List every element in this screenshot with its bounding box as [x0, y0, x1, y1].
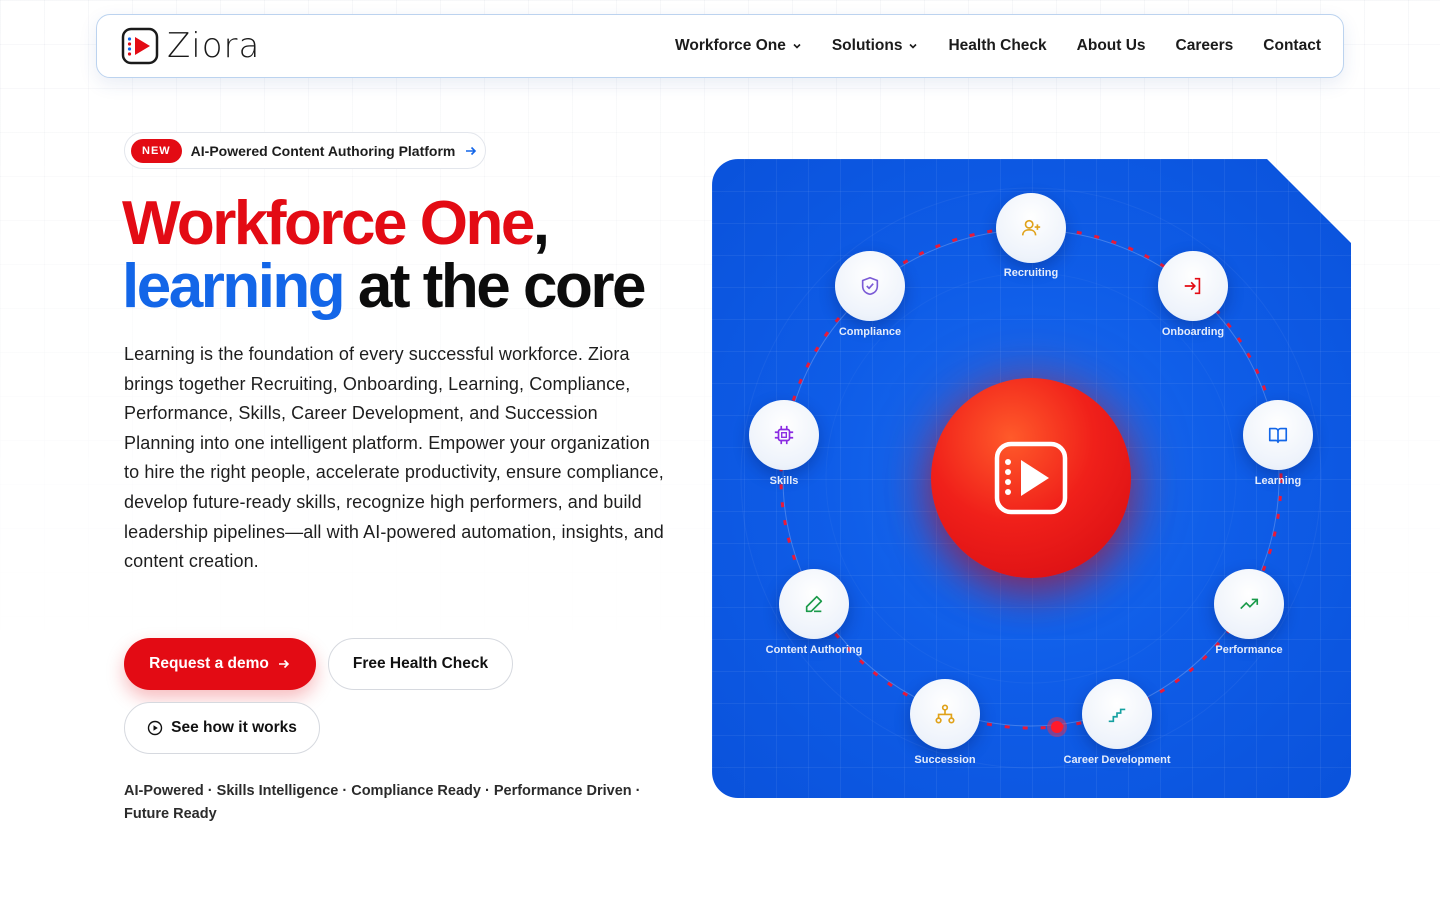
- node-label-onboarding: Onboarding: [1161, 326, 1225, 338]
- book-icon: [1268, 427, 1288, 444]
- nav-item-label: About Us: [1076, 37, 1146, 54]
- shield-check-icon: [861, 276, 879, 296]
- nav-item-label: Contact: [1263, 37, 1321, 54]
- node-skills[interactable]: [749, 400, 819, 470]
- brand-logo[interactable]: Ziora: [121, 26, 260, 66]
- nav-item-solutions[interactable]: Solutions: [832, 37, 919, 55]
- see-how-it-works-button[interactable]: See how it works: [124, 702, 320, 754]
- play-logo-icon: [994, 441, 1068, 515]
- hero-headline: Workforce One, learning at the core: [122, 192, 682, 318]
- platform-orbit-visual: Recruiting Onboarding Learning Performan…: [712, 159, 1351, 798]
- chevron-down-icon: [793, 43, 801, 49]
- free-health-check-label: Free Health Check: [352, 655, 489, 672]
- request-demo-label: Request a demo: [149, 655, 269, 672]
- node-performance[interactable]: [1214, 569, 1284, 639]
- see-how-it-works-label: See how it works: [171, 719, 297, 736]
- request-demo-button[interactable]: Request a demo: [124, 638, 316, 690]
- node-label-career-development: Career Development: [1063, 754, 1171, 766]
- user-plus-icon: [1021, 219, 1041, 236]
- node-label-skills: Skills: [769, 475, 799, 487]
- announcement-badge[interactable]: NEW AI-Powered Content Authoring Platfor…: [124, 132, 486, 169]
- stairs-icon: [1108, 708, 1126, 723]
- arrow-right-icon: [466, 146, 477, 155]
- hierarchy-icon: [935, 704, 955, 724]
- node-content-authoring[interactable]: [779, 569, 849, 639]
- headline-comma: ,: [532, 189, 550, 258]
- logo-play-icon: [121, 27, 159, 65]
- nav-item-about-us[interactable]: About Us: [1077, 37, 1146, 55]
- trending-up-icon: [1240, 598, 1259, 610]
- free-health-check-button[interactable]: Free Health Check: [328, 638, 513, 690]
- arrow-right-icon: [278, 659, 289, 669]
- headline-part-3: at the core: [343, 252, 647, 321]
- nav-item-workforce-one[interactable]: Workforce One: [675, 37, 802, 55]
- feature-tags: AI-Powered · Skills Intelligence · Compl…: [124, 783, 641, 822]
- chevron-down-icon: [909, 43, 918, 49]
- node-succession[interactable]: [910, 679, 980, 749]
- headline-part-1: Workforce One: [122, 189, 535, 258]
- node-label-performance: Performance: [1215, 644, 1283, 656]
- nav-item-label: Workforce One: [675, 37, 786, 54]
- node-label-compliance: Compliance: [838, 326, 902, 338]
- nav-item-label: Health Check: [948, 37, 1047, 54]
- pen-icon: [805, 595, 823, 613]
- core-play-logo: [931, 378, 1131, 578]
- node-label-succession: Succession: [914, 754, 976, 766]
- login-icon: [1184, 277, 1201, 295]
- brand-name: Ziora: [167, 26, 261, 66]
- node-recruiting[interactable]: [996, 193, 1066, 263]
- nav-item-label: Solutions: [831, 37, 903, 54]
- node-learning[interactable]: [1243, 400, 1313, 470]
- chip-icon: [774, 425, 794, 445]
- play-circle-icon: [147, 720, 163, 736]
- node-label-learning: Learning: [1254, 475, 1302, 487]
- node-label-content-authoring: Content Authoring: [765, 644, 863, 656]
- node-onboarding[interactable]: [1158, 251, 1228, 321]
- nav-item-contact[interactable]: Contact: [1263, 37, 1321, 55]
- nav-item-label: Careers: [1175, 37, 1234, 54]
- badge-text: AI-Powered Content Authoring Platform: [190, 142, 456, 159]
- new-tag: NEW: [131, 138, 182, 163]
- node-career-development[interactable]: [1082, 679, 1152, 749]
- node-label-recruiting: Recruiting: [1003, 267, 1059, 279]
- orbit-dot: [1051, 721, 1063, 733]
- hero-description: Learning is the foundation of every succ…: [124, 344, 664, 572]
- nav-item-health-check[interactable]: Health Check: [948, 37, 1046, 55]
- nav-item-careers[interactable]: Careers: [1176, 37, 1234, 55]
- headline-part-2: learning: [122, 252, 346, 321]
- top-navigation: Ziora Workforce One Solutions Health Che…: [96, 14, 1344, 78]
- nav-links: Workforce One Solutions Health Check Abo…: [675, 37, 1321, 55]
- node-compliance[interactable]: [835, 251, 905, 321]
